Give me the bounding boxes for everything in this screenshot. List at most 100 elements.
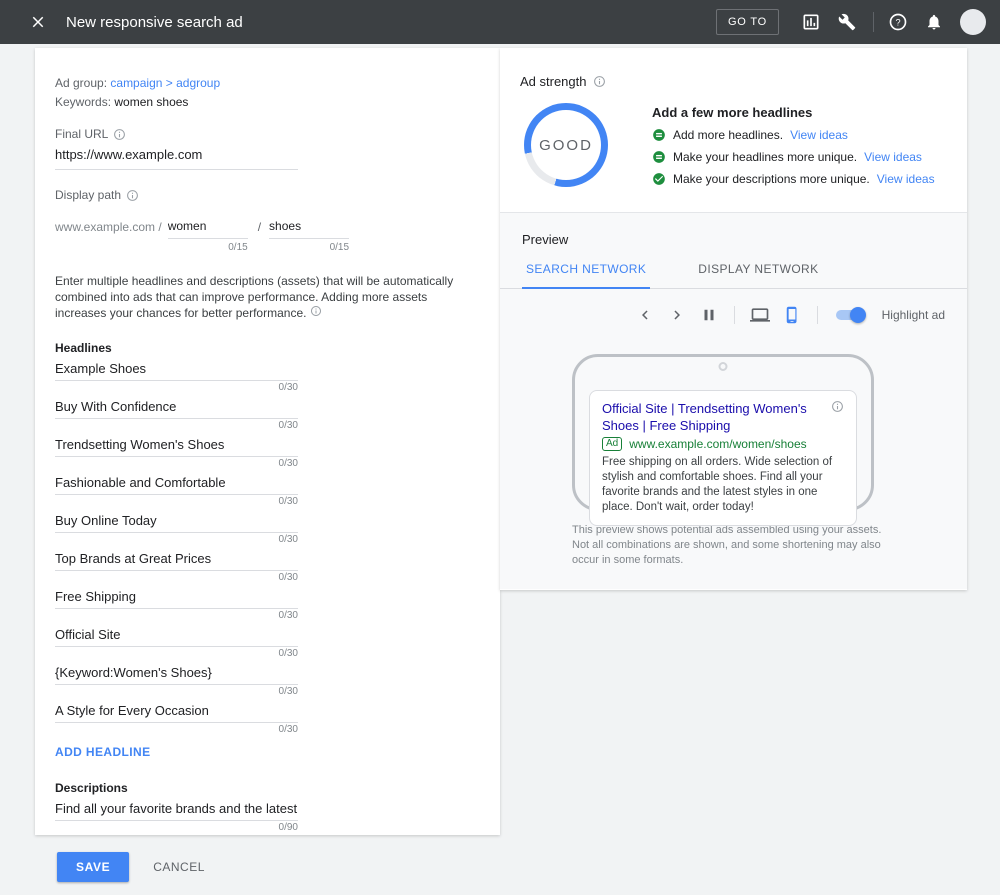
char-counter: 0/90 bbox=[55, 822, 298, 833]
headline-field: 0/30 bbox=[55, 547, 298, 583]
svg-text:?: ? bbox=[895, 17, 900, 27]
suggestions-heading: Add a few more headlines bbox=[652, 105, 935, 120]
close-icon[interactable] bbox=[26, 10, 50, 34]
headlines-label: Headlines bbox=[55, 341, 480, 355]
display-path-input-2[interactable] bbox=[269, 214, 349, 239]
topbar-divider bbox=[873, 12, 874, 32]
headline-input-6[interactable] bbox=[55, 547, 298, 571]
char-counter: 0/15 bbox=[269, 242, 349, 253]
info-icon[interactable] bbox=[113, 128, 126, 141]
headline-input-8[interactable] bbox=[55, 623, 298, 647]
ad-form-card: Ad group: campaign > adgroup Keywords: w… bbox=[35, 48, 500, 835]
controls-divider bbox=[734, 306, 735, 324]
headline-field: 0/30 bbox=[55, 395, 298, 431]
view-ideas-link[interactable]: View ideas bbox=[864, 150, 922, 164]
display-path-input-1[interactable] bbox=[168, 214, 248, 239]
ad-title-link[interactable]: Official Site | Trendsetting Women's Sho… bbox=[602, 400, 823, 434]
preview-controls: Highlight ad bbox=[500, 304, 967, 326]
headline-field: 0/30 bbox=[55, 699, 298, 735]
headline-input-1[interactable] bbox=[55, 357, 298, 381]
preview-tabs: SEARCH NETWORK DISPLAY NETWORK bbox=[500, 262, 967, 289]
top-bar: New responsive search ad GO TO ? bbox=[0, 0, 1000, 44]
display-path-row: www.example.com / 0/15 / 0/15 bbox=[55, 214, 480, 253]
help-icon[interactable]: ? bbox=[886, 10, 910, 34]
go-to-button[interactable]: GO TO bbox=[716, 9, 779, 35]
char-counter: 0/30 bbox=[55, 648, 298, 659]
ad-strength-body: GOOD Add a few more headlines Add more h… bbox=[520, 103, 947, 187]
page-title: New responsive search ad bbox=[66, 14, 243, 31]
footer-actions: SAVE CANCEL bbox=[57, 852, 205, 882]
preview-section: Preview SEARCH NETWORK DISPLAY NETWORK bbox=[500, 212, 967, 589]
new-responsive-search-ad-page: New responsive search ad GO TO ? Ad grou… bbox=[0, 0, 1000, 895]
char-counter: 0/30 bbox=[55, 572, 298, 583]
view-ideas-link[interactable]: View ideas bbox=[790, 128, 848, 142]
view-ideas-link[interactable]: View ideas bbox=[877, 172, 935, 186]
path-separator: / bbox=[258, 214, 261, 234]
char-counter: 0/30 bbox=[55, 458, 298, 469]
info-icon[interactable] bbox=[310, 305, 322, 317]
ad-title-row: Official Site | Trendsetting Women's Sho… bbox=[602, 400, 844, 434]
keywords-label: Keywords: bbox=[55, 95, 111, 109]
info-icon[interactable] bbox=[126, 189, 139, 202]
final-url-input[interactable] bbox=[55, 141, 298, 170]
ad-strength-section: Ad strength GOOD Add a few more headline… bbox=[500, 48, 967, 212]
ad-strength-rating: GOOD bbox=[531, 110, 601, 180]
descriptions-label: Descriptions bbox=[55, 781, 480, 795]
notifications-bell-icon[interactable] bbox=[922, 10, 946, 34]
next-ad-chevron-icon[interactable] bbox=[666, 304, 688, 326]
reports-chart-icon[interactable] bbox=[799, 10, 823, 34]
ad-group-link[interactable]: campaign > adgroup bbox=[110, 76, 220, 90]
previous-ad-chevron-icon[interactable] bbox=[634, 304, 656, 326]
char-counter: 0/30 bbox=[55, 610, 298, 621]
headline-input-9[interactable] bbox=[55, 661, 298, 685]
headline-input-2[interactable] bbox=[55, 395, 298, 419]
mobile-preview-icon[interactable] bbox=[781, 304, 803, 326]
controls-divider bbox=[817, 306, 818, 324]
suggestion-item: Make your descriptions more unique. View… bbox=[652, 172, 935, 186]
headline-input-4[interactable] bbox=[55, 471, 298, 495]
headline-input-5[interactable] bbox=[55, 509, 298, 533]
save-button[interactable]: SAVE bbox=[57, 852, 129, 882]
tools-wrench-icon[interactable] bbox=[835, 10, 859, 34]
display-path-label-row: Display path bbox=[55, 188, 480, 202]
headline-field: 0/30 bbox=[55, 585, 298, 621]
suggestion-item: Add more headlines. View ideas bbox=[652, 128, 935, 142]
final-url-label: Final URL bbox=[55, 127, 108, 141]
suggestion-text: Make your descriptions more unique. bbox=[673, 172, 870, 186]
ad-display-url: www.example.com/women/shoes bbox=[629, 437, 806, 451]
tab-search-network[interactable]: SEARCH NETWORK bbox=[522, 262, 650, 289]
preview-disclaimer: This preview shows potential ads assembl… bbox=[572, 523, 890, 568]
desktop-preview-icon[interactable] bbox=[749, 304, 771, 326]
toggle-knob bbox=[850, 307, 866, 323]
suggestion-item: Make your headlines more unique. View id… bbox=[652, 150, 935, 164]
description-input-1[interactable] bbox=[55, 797, 298, 821]
ad-url-row: Ad www.example.com/women/shoes bbox=[602, 437, 844, 451]
char-counter: 0/30 bbox=[55, 496, 298, 507]
phone-mockup: Official Site | Trendsetting Women's Sho… bbox=[572, 354, 874, 511]
pause-icon[interactable] bbox=[698, 304, 720, 326]
description-field: 0/90 bbox=[55, 797, 298, 833]
ad-strength-suggestions: Add a few more headlines Add more headli… bbox=[652, 103, 935, 187]
headline-input-10[interactable] bbox=[55, 699, 298, 723]
display-path-base: www.example.com / bbox=[55, 214, 162, 234]
cancel-button[interactable]: CANCEL bbox=[153, 860, 205, 874]
headline-input-7[interactable] bbox=[55, 585, 298, 609]
highlight-ad-label: Highlight ad bbox=[882, 308, 945, 322]
keywords-line: Keywords: women shoes bbox=[55, 95, 480, 109]
add-headline-button[interactable]: ADD HEADLINE bbox=[55, 745, 150, 759]
headline-field: 0/30 bbox=[55, 661, 298, 697]
info-icon[interactable] bbox=[831, 400, 844, 413]
headline-input-3[interactable] bbox=[55, 433, 298, 457]
account-avatar[interactable] bbox=[960, 9, 986, 35]
headlines-unique-icon bbox=[652, 150, 666, 164]
char-counter: 0/30 bbox=[55, 420, 298, 431]
ad-group-label: Ad group: bbox=[55, 76, 107, 90]
highlight-ad-toggle[interactable] bbox=[836, 307, 866, 323]
info-icon[interactable] bbox=[593, 75, 606, 88]
char-counter: 0/30 bbox=[55, 382, 298, 393]
headlines-idea-icon bbox=[652, 128, 666, 142]
tab-display-network[interactable]: DISPLAY NETWORK bbox=[694, 262, 822, 288]
check-circle-icon bbox=[652, 172, 666, 186]
ad-badge: Ad bbox=[602, 437, 622, 451]
char-counter: 0/15 bbox=[168, 242, 248, 253]
